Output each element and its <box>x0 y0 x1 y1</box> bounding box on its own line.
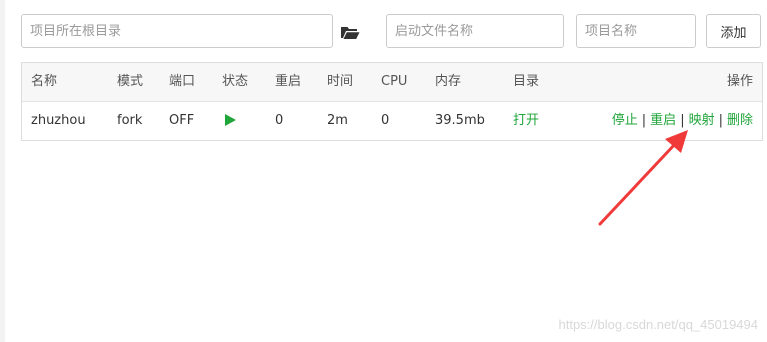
folder-open-icon[interactable] <box>340 22 360 42</box>
header-directory: 目录 <box>513 74 540 89</box>
header-restart: 重启 <box>275 74 302 89</box>
page: 添加 名称 模式 端口 状态 重启 时间 CPU 内存 目录 操作 zhuzho… <box>0 0 767 342</box>
row-operations: 停止 | 重启 | 映射 | 删除 <box>612 102 753 140</box>
header-status: 状态 <box>222 74 249 89</box>
row-time: 2m <box>327 113 348 128</box>
header-name: 名称 <box>31 74 58 89</box>
project-table: 名称 模式 端口 状态 重启 时间 CPU 内存 目录 操作 zhuzhou f… <box>21 62 763 141</box>
left-panel-edge <box>0 0 5 342</box>
table-row: zhuzhou fork OFF 0 2m 0 39.5mb 打开 停止 | 重启 |… <box>22 102 762 140</box>
row-restart-count: 0 <box>275 113 284 128</box>
start-file-input[interactable] <box>386 14 564 48</box>
map-link[interactable]: 映射 <box>689 113 715 128</box>
row-name: zhuzhou <box>31 113 86 128</box>
header-time: 时间 <box>327 74 354 89</box>
row-port: OFF <box>169 113 195 128</box>
open-directory-link[interactable]: 打开 <box>513 102 539 140</box>
play-icon[interactable] <box>225 113 236 126</box>
separator: | <box>680 113 685 128</box>
table-header: 名称 模式 端口 状态 重启 时间 CPU 内存 目录 操作 <box>22 63 762 102</box>
row-status <box>222 102 236 140</box>
row-memory: 39.5mb <box>435 113 485 128</box>
project-root-path-input[interactable] <box>21 14 333 48</box>
row-cpu: 0 <box>381 113 390 128</box>
header-memory: 内存 <box>435 74 462 89</box>
watermark: https://blog.csdn.net/qq_45019494 <box>558 317 759 332</box>
annotation-arrow <box>598 130 688 226</box>
project-name-input[interactable] <box>576 14 696 48</box>
header-cpu: CPU <box>381 74 408 89</box>
separator: | <box>718 113 723 128</box>
restart-link[interactable]: 重启 <box>650 113 676 128</box>
stop-link[interactable]: 停止 <box>612 113 638 128</box>
row-mode: fork <box>117 113 143 128</box>
header-port: 端口 <box>169 74 196 89</box>
separator: | <box>641 113 647 128</box>
header-mode: 模式 <box>117 74 144 89</box>
add-button[interactable]: 添加 <box>706 14 761 48</box>
delete-link[interactable]: 删除 <box>727 113 753 128</box>
header-operations: 操作 <box>726 74 753 89</box>
